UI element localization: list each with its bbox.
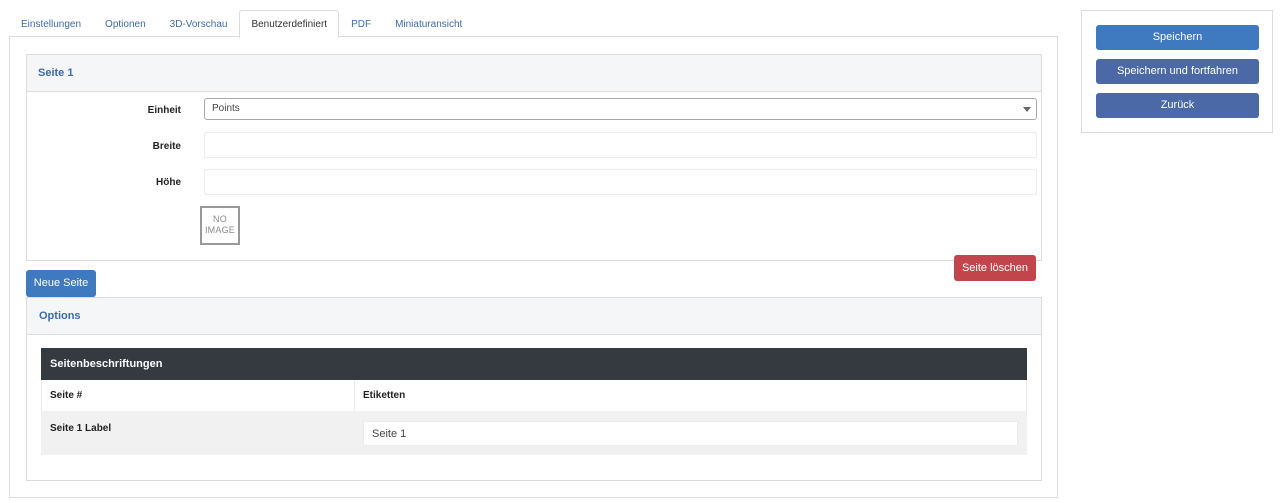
tab-benutzerdefiniert[interactable]: Benutzerdefiniert <box>239 10 340 38</box>
new-page-button[interactable]: Neue Seite <box>26 270 96 297</box>
page-label-input[interactable] <box>363 421 1018 446</box>
table-row: Seite 1 Label <box>41 411 1027 455</box>
unit-label: Einheit <box>147 105 181 116</box>
page-panel: Seite 1 Einheit Points Breite Höhe NO IM… <box>26 54 1042 261</box>
no-image-text-1: NO <box>213 214 227 224</box>
tab-miniaturansicht[interactable]: Miniaturansicht <box>383 10 474 37</box>
options-panel: Options Seitenbeschriftungen Seite # Eti… <box>26 297 1042 481</box>
tab-3d-vorschau[interactable]: 3D-Vorschau <box>158 10 240 37</box>
no-image-placeholder: NO IMAGE <box>200 206 240 245</box>
chevron-down-icon <box>1023 107 1031 112</box>
no-image-text-2: IMAGE <box>204 225 235 235</box>
page-labels-table: Seitenbeschriftungen Seite # Etiketten S… <box>41 348 1027 455</box>
column-header-labels: Etiketten <box>363 390 406 401</box>
save-and-continue-button[interactable]: Speichern und fortfahren <box>1096 59 1259 84</box>
tab-pdf[interactable]: PDF <box>339 10 383 37</box>
save-button[interactable]: Speichern <box>1096 25 1259 50</box>
tab-einstellungen[interactable]: Einstellungen <box>9 10 93 37</box>
action-sidebar: Speichern Speichern und fortfahren Zurüc… <box>1081 10 1273 133</box>
tab-content-panel: Seite 1 Einheit Points Breite Höhe NO IM… <box>9 36 1058 498</box>
unit-select-value: Points <box>212 103 240 114</box>
page-panel-title: Seite 1 <box>27 55 1041 92</box>
row-page-name: Seite 1 Label <box>50 423 112 434</box>
width-label: Breite <box>152 141 181 152</box>
back-button[interactable]: Zurück <box>1096 93 1259 118</box>
height-input[interactable] <box>204 169 1037 195</box>
height-label: Höhe <box>156 177 181 188</box>
delete-page-button[interactable]: Seite löschen <box>954 255 1036 281</box>
table-header-row: Seite # Etiketten <box>41 380 1027 411</box>
table-title: Seitenbeschriftungen <box>41 348 1027 380</box>
row-label-cell <box>354 411 1027 455</box>
options-panel-title: Options <box>27 298 1041 335</box>
width-input[interactable] <box>204 132 1037 158</box>
tab-optionen[interactable]: Optionen <box>93 10 158 37</box>
column-header-page: Seite # <box>42 380 355 411</box>
unit-select[interactable]: Points <box>204 98 1037 120</box>
tab-bar: Einstellungen Optionen 3D-Vorschau Benut… <box>9 10 1058 38</box>
